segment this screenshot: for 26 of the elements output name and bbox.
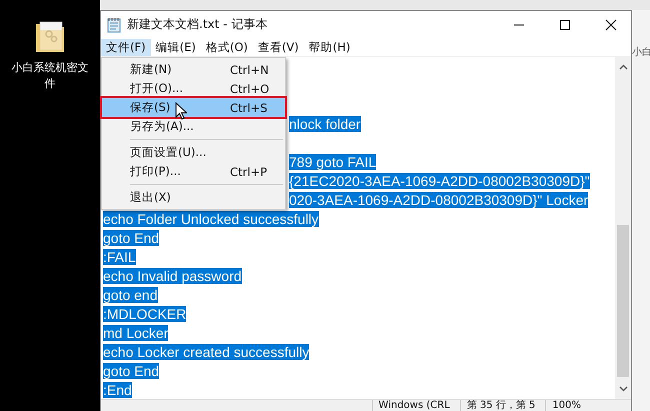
scroll-up-icon[interactable] xyxy=(618,64,628,70)
maximize-icon[interactable] xyxy=(559,18,571,30)
menu-item[interactable]: 打开(O)... Ctrl+O xyxy=(102,79,285,98)
desktop-icon-label: 小白系统机密文件 xyxy=(10,60,90,92)
window-title: 新建文本文档.txt - 记事本 xyxy=(127,16,268,33)
menu-bar-item[interactable]: 格式(O) xyxy=(200,38,253,56)
status-text: Windows (CRL xyxy=(372,400,450,411)
window-text: 小白 xyxy=(632,47,650,58)
close-icon[interactable] xyxy=(605,18,617,30)
status-text: 第 35 行，第 5 xyxy=(460,400,536,411)
scroll-down-icon[interactable] xyxy=(618,386,628,392)
menu-item[interactable]: 保存(S) Ctrl+S xyxy=(102,98,285,117)
menu-bar-item[interactable]: 文件(F) xyxy=(101,38,151,56)
menu-item[interactable]: 退出(X) xyxy=(102,188,285,207)
scroll-thumb[interactable] xyxy=(617,225,629,377)
notepad-icon xyxy=(107,16,121,32)
menu-item[interactable]: 另存为(A)... xyxy=(102,117,285,136)
menu-item[interactable]: 打印(P)... Ctrl+P xyxy=(102,162,285,181)
status-text: 100% xyxy=(545,400,581,411)
cursor-icon xyxy=(175,102,187,120)
menu-bar-item[interactable]: 查看(V) xyxy=(252,38,304,56)
scrollbar[interactable] xyxy=(615,57,631,399)
menu-bar-item[interactable]: 帮助(H) xyxy=(304,38,356,56)
menu-item[interactable]: 页面设置(U)... xyxy=(102,143,285,162)
menu-item[interactable]: 新建(N) Ctrl+N xyxy=(102,60,285,79)
menu-bar-item[interactable]: 编辑(E) xyxy=(150,38,201,56)
